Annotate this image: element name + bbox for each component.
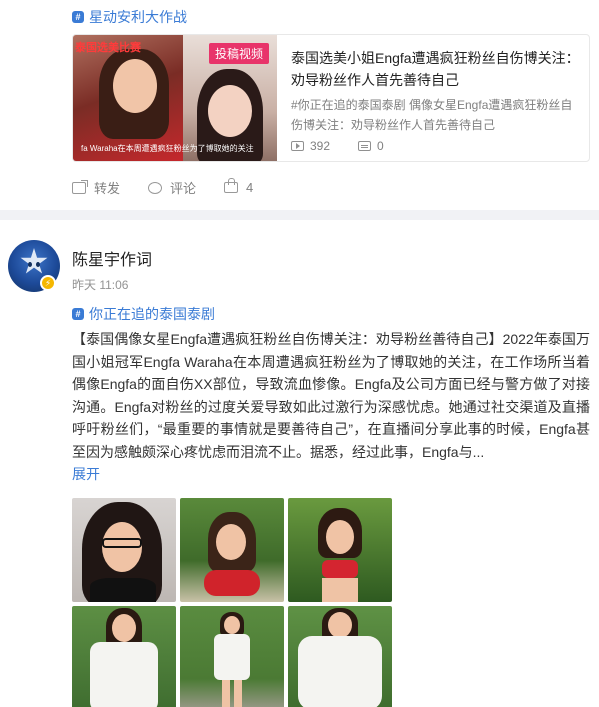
like-button[interactable]: 4 — [224, 178, 253, 197]
view-count: 392 — [291, 139, 330, 153]
verified-badge-icon: ⚡ — [40, 275, 56, 291]
post-photo-4[interactable] — [72, 606, 176, 707]
post-photo-6[interactable] — [288, 606, 392, 707]
thumbnail-overlay-text: 泰国选美比赛 — [75, 42, 141, 54]
post-body: 【泰国偶像女星Engfa遭遇疯狂粉丝自伤博关注：劝导粉丝善待自己】2022年泰国… — [72, 331, 590, 460]
topic-label: 你正在追的泰国泰剧 — [89, 306, 215, 322]
post-photo-3[interactable] — [288, 498, 392, 602]
video-stats: 392 0 — [291, 139, 412, 153]
username[interactable]: 陈星宇作词 — [72, 246, 152, 270]
thumbnail-caption: fa Waraha在本周遭遇疯狂粉丝为了博取她的关注 — [81, 144, 254, 153]
share-button[interactable]: 转发 — [72, 178, 120, 197]
thumbs-up-icon — [224, 178, 239, 193]
play-icon — [291, 141, 304, 151]
feed-divider — [0, 210, 599, 220]
hashtag-icon: # — [72, 11, 84, 23]
post-photo-2[interactable] — [180, 498, 284, 602]
comment-button[interactable]: 评论 — [148, 178, 196, 197]
hashtag-icon: # — [72, 308, 84, 320]
submission-video-badge: 投稿视频 — [209, 43, 270, 64]
comment-icon — [148, 181, 163, 194]
expand-link[interactable]: 展开 — [72, 464, 100, 484]
topic-link[interactable]: # 你正在追的泰国泰剧 — [72, 304, 215, 324]
topic-label: 星动安利大作战 — [89, 9, 187, 25]
share-icon — [72, 179, 88, 194]
comment-bubble-icon — [358, 141, 372, 151]
action-bar: 转发 评论 4 — [72, 178, 281, 197]
topic-link[interactable]: # 星动安利大作战 — [72, 7, 187, 27]
post-photo-5[interactable] — [180, 606, 284, 707]
post-photo-1[interactable] — [72, 498, 176, 602]
video-thumbnail[interactable]: 泰国选美比赛 投稿视频 fa Waraha在本周遭遇疯狂粉丝为了博取她的关注 — [73, 35, 277, 161]
video-description: #你正在追的泰国泰剧 偶像女星Engfa遭遇疯狂粉丝自伤博关注：劝导粉丝作人首先… — [291, 98, 573, 132]
star-mascot-icon — [20, 248, 48, 274]
repost-card: # 星动安利大作战 泰国选美比赛 投稿视频 fa Waraha在本周遭遇疯狂粉丝… — [0, 0, 599, 210]
comment-count: 0 — [358, 139, 384, 153]
post-time[interactable]: 昨天 11:06 — [72, 276, 128, 293]
video-title[interactable]: 泰国选美小姐Engfa遭遇疯狂粉丝自伤博关注：劝导粉丝作人首先善待自己 — [291, 47, 581, 91]
video-card[interactable]: 泰国选美比赛 投稿视频 fa Waraha在本周遭遇疯狂粉丝为了博取她的关注 泰… — [72, 34, 590, 162]
post-card: ⚡ 陈星宇作词 昨天 11:06 # 你正在追的泰国泰剧 【泰国偶像女星Engf… — [0, 220, 599, 707]
